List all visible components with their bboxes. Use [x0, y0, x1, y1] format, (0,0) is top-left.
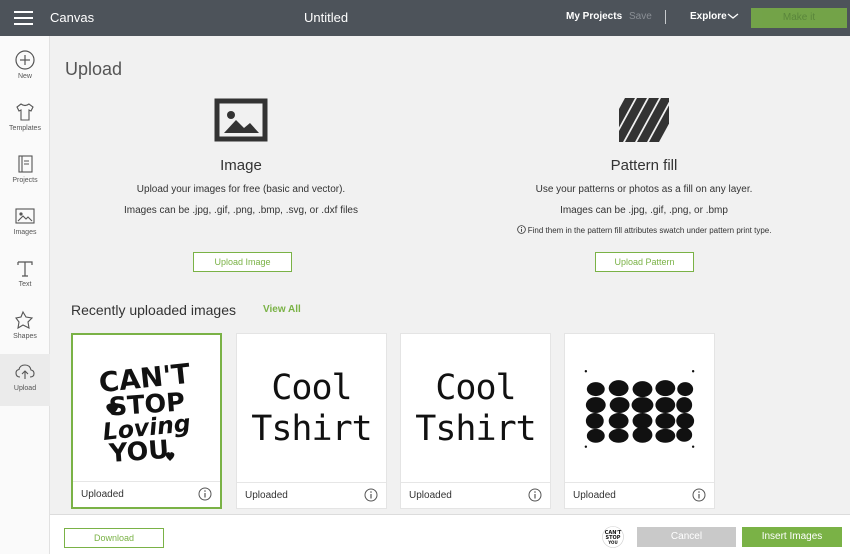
card-footer: Uploaded	[401, 482, 550, 508]
top-bar: Canvas Untitled My Projects Save Explore…	[0, 0, 850, 36]
hamburger-menu-icon[interactable]	[14, 11, 33, 25]
uploaded-image-card[interactable]: Uploaded	[564, 333, 715, 509]
nav-divider	[665, 10, 666, 24]
save-button[interactable]: Save	[629, 11, 652, 22]
info-icon[interactable]	[692, 488, 706, 502]
uploaded-image-thumbnail	[565, 334, 714, 482]
image-icon	[15, 208, 35, 224]
sidebar-item-label: Upload	[13, 385, 37, 392]
cancel-button[interactable]: Cancel	[637, 527, 736, 547]
upload-panel: Upload Image Upload your images for free…	[51, 36, 850, 514]
plus-circle-icon	[15, 50, 35, 70]
info-icon[interactable]	[528, 488, 542, 502]
sidebar-item-new[interactable]: New	[0, 42, 50, 94]
pattern-note-text: Find them in the pattern fill attributes…	[527, 226, 772, 235]
cant-stop-loving-you-artwork: CAN'T STOP Loving YOU	[98, 359, 193, 469]
sidebar-item-label: Templates	[9, 125, 41, 132]
uploaded-image-card[interactable]: Cool Tshirt Uploaded	[400, 333, 551, 509]
upload-status: Uploaded	[81, 489, 124, 500]
artwork-line: Tshirt	[251, 409, 372, 449]
pattern-section-note: Find them in the pattern fill attributes…	[494, 225, 794, 235]
image-large-icon	[214, 98, 268, 142]
view-all-link[interactable]: View All	[263, 304, 301, 315]
sidebar-item-upload[interactable]: Upload	[0, 354, 50, 406]
sidebar-item-shapes[interactable]: Shapes	[0, 302, 50, 354]
uploaded-image-thumbnail: Cool Tshirt	[237, 334, 386, 482]
info-icon[interactable]	[198, 487, 212, 501]
card-footer: Uploaded	[565, 482, 714, 508]
card-footer: Uploaded	[73, 481, 220, 507]
upload-status: Uploaded	[245, 490, 288, 501]
upload-status: Uploaded	[573, 490, 616, 501]
card-footer: Uploaded	[237, 482, 386, 508]
artwork-line: YOU	[107, 435, 170, 469]
cloud-upload-icon	[15, 364, 35, 379]
sidebar-item-label: Text	[18, 281, 32, 288]
make-it-button[interactable]: Make it	[751, 8, 847, 28]
sidebar-item-images[interactable]: Images	[0, 198, 50, 250]
sidebar: New Templates Projects Images Text Shape…	[0, 36, 50, 554]
pattern-section-desc: Use your patterns or photos as a fill on…	[535, 184, 753, 195]
download-button[interactable]: Download	[64, 528, 164, 548]
sidebar-item-label: Shapes	[13, 333, 37, 340]
text-icon	[17, 261, 33, 277]
image-upload-section: Image Upload your images for free (basic…	[91, 98, 391, 216]
info-icon[interactable]	[364, 488, 378, 502]
selected-image-thumbnail: CAN'T STOP YOU	[602, 526, 624, 548]
app-title: Canvas	[50, 10, 95, 25]
uploaded-image-card[interactable]: Cool Tshirt Uploaded	[236, 333, 387, 509]
upload-pattern-button[interactable]: Upload Pattern	[595, 252, 694, 272]
sidebar-item-templates[interactable]: Templates	[0, 94, 50, 146]
upload-image-button[interactable]: Upload Image	[193, 252, 292, 272]
sidebar-item-label: New	[17, 73, 32, 80]
uploaded-image-card[interactable]: CAN'T STOP Loving YOU Uploaded	[71, 333, 222, 509]
pattern-section-title: Pattern fill	[610, 157, 678, 174]
sidebar-item-text[interactable]: Text	[0, 250, 50, 302]
artwork-line: Cool	[435, 368, 516, 408]
uploaded-image-thumbnail: CAN'T STOP Loving YOU	[73, 335, 220, 483]
document-title[interactable]: Untitled	[304, 10, 348, 25]
bottom-action-bar: Download CAN'T STOP YOU Cancel Insert Im…	[50, 514, 850, 554]
projects-icon	[18, 155, 33, 173]
black-blobs-grid-artwork	[584, 370, 695, 448]
pattern-section-formats: Images can be .jpg, .gif, .png, or .bmp	[560, 205, 728, 216]
explore-menu[interactable]: Explore	[690, 11, 727, 22]
insert-images-button[interactable]: Insert Images	[742, 527, 842, 547]
thumbnail-text-line: YOU	[607, 540, 617, 545]
artwork-line: Tshirt	[415, 409, 536, 449]
tshirt-icon	[16, 103, 34, 121]
pattern-fill-icon	[619, 98, 669, 142]
sidebar-item-label: Projects	[12, 177, 38, 184]
image-section-desc: Upload your images for free (basic and v…	[136, 184, 346, 195]
image-section-title: Image	[220, 157, 262, 174]
image-section-formats: Images can be .jpg, .gif, .png, .bmp, .s…	[123, 205, 358, 216]
shapes-icon	[15, 310, 34, 330]
pattern-upload-section: Pattern fill Use your patterns or photos…	[494, 98, 794, 235]
sidebar-item-projects[interactable]: Projects	[0, 146, 50, 198]
info-icon	[516, 225, 526, 234]
my-projects-link[interactable]: My Projects	[566, 11, 622, 22]
recent-uploads-title: Recently uploaded images	[71, 302, 236, 318]
uploaded-image-thumbnail: Cool Tshirt	[401, 334, 550, 482]
chevron-down-icon[interactable]	[727, 11, 739, 21]
page-title: Upload	[65, 59, 123, 79]
upload-status: Uploaded	[409, 490, 452, 501]
artwork-line: Cool	[271, 368, 352, 408]
sidebar-item-label: Images	[13, 229, 37, 236]
